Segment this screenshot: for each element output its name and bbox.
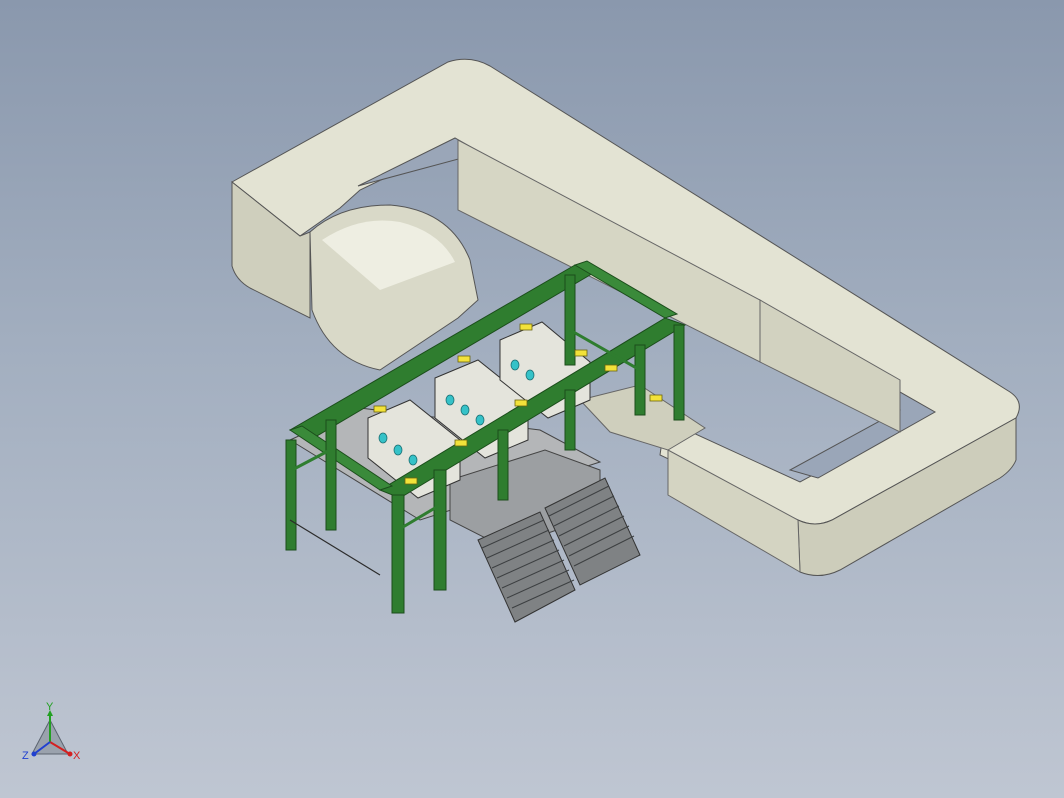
triad-x-label: X [73, 750, 81, 762]
rail-marker [519, 323, 533, 331]
column-7 [564, 389, 576, 451]
column-4 [433, 469, 447, 591]
column-9 [673, 324, 685, 421]
column-5 [497, 429, 509, 501]
column-1 [285, 439, 297, 551]
column-3 [391, 494, 405, 614]
triad-z-label: Z [22, 750, 29, 762]
column-6 [564, 274, 576, 366]
coordinate-triad: Y X Z [22, 702, 81, 762]
column-8 [634, 344, 646, 416]
column-2 [325, 419, 337, 531]
rail-marker [514, 399, 528, 407]
rail-marker [649, 394, 663, 402]
rail-marker [457, 355, 471, 363]
triad-y-label: Y [46, 702, 54, 713]
rail-marker [404, 477, 418, 485]
wind-tunnel-duct[interactable] [231, 58, 1020, 576]
rail-marker [574, 349, 588, 357]
rail-marker [373, 405, 387, 413]
rail-marker [454, 439, 468, 447]
triad-z-tip [31, 751, 37, 757]
model-viewport[interactable] [0, 0, 1064, 798]
rail-marker [604, 364, 618, 372]
triad-x-tip [67, 751, 73, 757]
